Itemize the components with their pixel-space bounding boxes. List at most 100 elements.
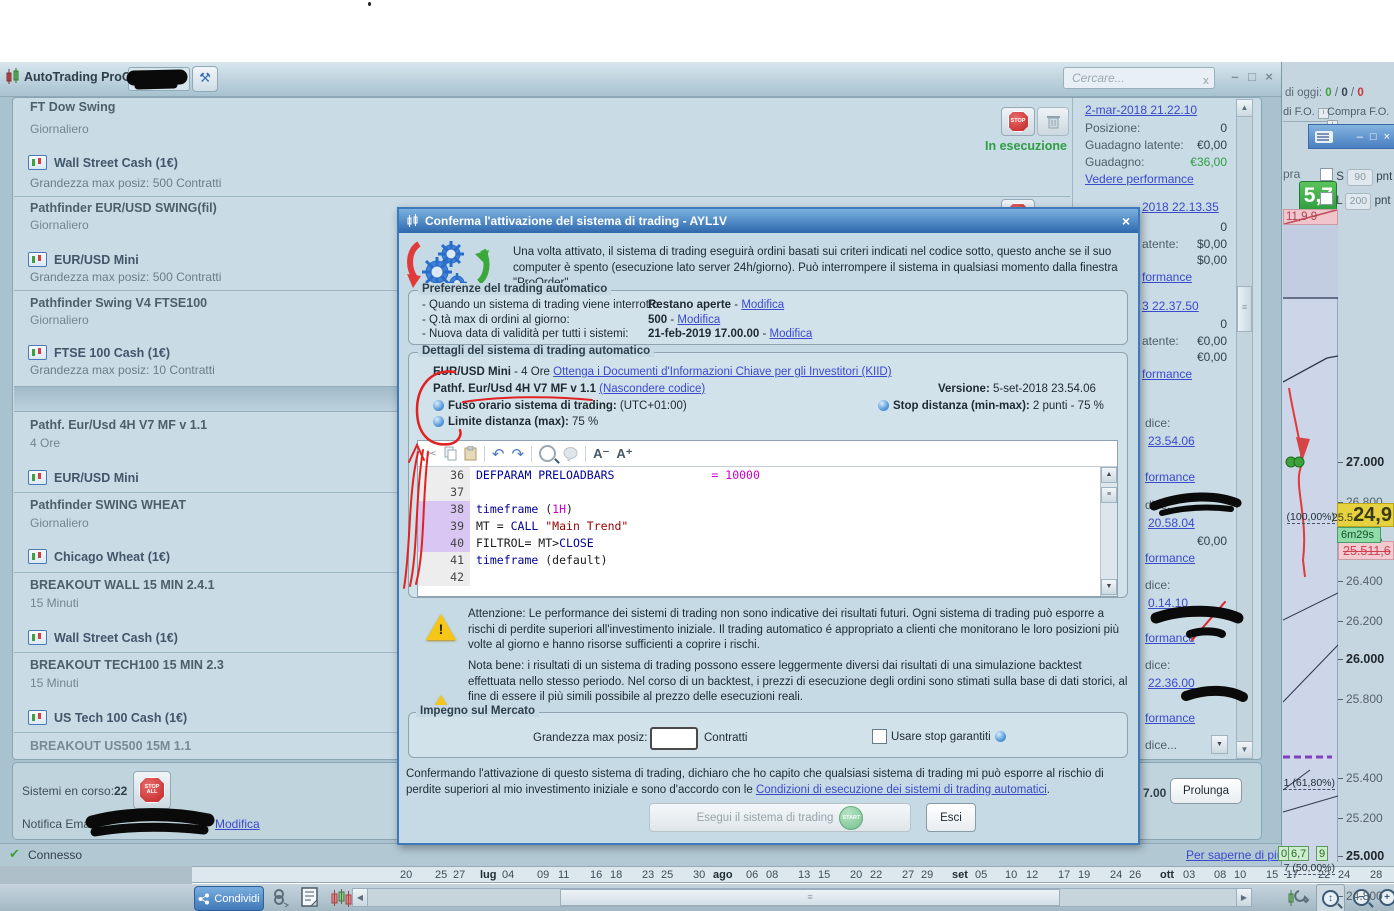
market-row[interactable]: FTSE 100 Cash (1€) (28, 345, 170, 360)
performance-link[interactable]: formance (1145, 631, 1195, 645)
max-position-input[interactable] (650, 727, 698, 750)
search-clear-icon[interactable]: x (1203, 71, 1209, 91)
code-scroll-grip[interactable]: ≡ (1101, 487, 1117, 503)
modify-link[interactable]: Modifica (677, 314, 720, 326)
email-modify-link[interactable]: Modifica (215, 817, 260, 831)
system-name[interactable]: Pathf. Eur/Usd 4H V7 MF v 1.1 (30, 418, 207, 432)
notes-tool-icon[interactable] (300, 887, 320, 908)
paste-icon[interactable] (464, 446, 477, 461)
limit-points-field[interactable]: 200 (1345, 193, 1372, 210)
market-row[interactable]: EUR/USD Mini (28, 252, 139, 267)
system-name[interactable]: Pathfinder EUR/USD SWING(fil) (30, 201, 217, 215)
minimize-button[interactable]: – (1228, 70, 1242, 84)
code-scrollbar[interactable]: ▲ ≡ ▼ (1100, 467, 1117, 596)
copy-icon[interactable] (444, 446, 457, 461)
market-row[interactable]: EUR/USD Mini (28, 470, 139, 485)
run-system-button[interactable]: Esegui il sistema di trading START (649, 803, 911, 832)
system-name[interactable]: Pathfinder Swing V4 FTSE100 (30, 296, 207, 310)
font-larger-icon[interactable]: A⁺ (616, 446, 632, 462)
market-row[interactable]: Wall Street Cash (1€) (28, 630, 178, 645)
scrollbar-thumb[interactable]: ≡ (1237, 286, 1252, 332)
system-name[interactable]: BREAKOUT TECH100 15 MIN 2.3 (30, 658, 224, 672)
exit-button[interactable]: Esci (926, 803, 976, 832)
dialog-titlebar[interactable]: Conferma l'attivazione del sistema di tr… (399, 209, 1138, 233)
delete-system-button[interactable] (1037, 107, 1069, 136)
gain-label: Guadagno: (1085, 155, 1145, 169)
scroll-up-button[interactable]: ▲ (1236, 99, 1253, 117)
market-row[interactable]: US Tech 100 Cash (1€) (28, 710, 187, 725)
run-date-link[interactable]: 20.58.04 (1148, 516, 1195, 530)
kiid-link[interactable]: Ottenga i Documenti d'Informazioni Chiav… (553, 366, 891, 378)
maximize-button[interactable]: □ (1245, 70, 1259, 84)
modify-link[interactable]: Modifica (741, 299, 784, 311)
help-balloon-icon[interactable] (878, 400, 889, 411)
run-date-link[interactable]: 23.54.06 (1148, 434, 1195, 448)
stop-checkbox[interactable] (1320, 168, 1333, 181)
account-name-field[interactable] (128, 67, 190, 91)
stop-points-field[interactable]: 90 (1347, 169, 1374, 186)
mini-maximize-button[interactable]: □ (1370, 131, 1377, 143)
run-date-link[interactable]: 0.14.10 (1148, 596, 1188, 610)
run-date-link[interactable]: 3 22.37.50 (1142, 299, 1199, 313)
hscroll-left-button[interactable]: ◀ (352, 888, 368, 907)
link-tool-icon[interactable] (272, 888, 292, 908)
undo-icon[interactable]: ↶ (492, 445, 505, 463)
hscroll-right-button[interactable]: ▶ (1236, 888, 1252, 907)
chart-settings-icon[interactable] (1286, 886, 1310, 910)
run-date-link[interactable]: 22.36.00 (1148, 676, 1195, 690)
run-date-link[interactable]: 2-mar-2018 21.22.10 (1085, 103, 1197, 117)
zoom-select-button[interactable]: ↕ (1316, 884, 1345, 911)
help-balloon-icon[interactable] (433, 400, 444, 411)
search-input[interactable]: Cercare... x (1063, 67, 1215, 89)
help-balloon-icon[interactable] (995, 731, 1006, 742)
performance-link[interactable]: formance (1145, 551, 1195, 565)
candles-tool-icon[interactable] (330, 888, 352, 908)
mini-close-button[interactable]: × (1384, 131, 1390, 143)
running-systems-label: Sistemi en corso: (22, 784, 115, 798)
keyboard-icon[interactable] (1315, 130, 1333, 143)
conditions-link[interactable]: Condizioni di esecuzione dei sistemi di … (756, 784, 1047, 796)
system-name[interactable]: BREAKOUT US500 15M 1.1 (30, 739, 191, 753)
comment-icon[interactable] (563, 446, 578, 461)
code-editor[interactable]: ✂ ↶ ↷ A⁻ A⁺ 36 DEFPARAM PRELOADBARS = 100… (417, 440, 1118, 597)
code-scroll-up[interactable]: ▲ (1101, 467, 1117, 483)
scroll-down-button[interactable]: ▼ (1236, 741, 1253, 759)
performance-link[interactable]: Vedere performance (1085, 172, 1194, 186)
pref-row-label: - Nuova data di validità per tutti i sis… (422, 328, 629, 340)
hscrollbar-thumb[interactable]: ≡ (560, 889, 1060, 906)
run-date-link[interactable]: 2018 22.13.35 (1142, 200, 1219, 214)
status-scroll-down-button[interactable]: ▼ (1211, 735, 1228, 754)
system-size: Grandezza max posiz: 500 Contratti (30, 270, 222, 284)
limit-checkbox[interactable] (1320, 192, 1333, 205)
hide-code-link[interactable]: (Nascondere codice) (599, 383, 705, 395)
list-scrollbar-track[interactable] (1236, 99, 1253, 759)
search-code-icon[interactable] (539, 445, 557, 462)
font-smaller-icon[interactable]: A⁻ (593, 446, 609, 462)
cut-icon[interactable]: ✂ (426, 446, 437, 462)
system-name[interactable]: FT Dow Swing (30, 100, 115, 114)
close-button[interactable]: × (1262, 70, 1276, 84)
code-scroll-down[interactable]: ▼ (1101, 579, 1117, 595)
settings-wrench-button[interactable]: ⚒ (192, 66, 218, 92)
market-row[interactable]: Chicago Wheat (1€) (28, 549, 170, 564)
mini-minimize-button[interactable]: – (1357, 131, 1363, 143)
guaranteed-stop-checkbox[interactable] (872, 729, 887, 744)
redo-icon[interactable]: ↷ (511, 445, 524, 463)
system-name[interactable]: BREAKOUT WALL 15 MIN 2.4.1 (30, 578, 215, 592)
performance-link[interactable]: formance (1145, 711, 1195, 725)
performance-link[interactable]: formance (1142, 367, 1192, 381)
stop-all-button[interactable]: STOP ALL (133, 771, 171, 809)
modify-link[interactable]: Modifica (769, 328, 812, 340)
top-white-strip (0, 0, 1394, 62)
code-lines[interactable]: 36 DEFPARAM PRELOADBARS = 10000 37 38 timefr… (418, 467, 1101, 596)
performance-link[interactable]: formance (1145, 470, 1195, 484)
stop-system-button[interactable]: STOP (1001, 107, 1035, 136)
share-button[interactable]: Condividi (194, 886, 264, 911)
help-balloon-icon[interactable] (433, 416, 444, 427)
prolunga-button[interactable]: Prolunga (1170, 778, 1242, 804)
dialog-close-icon[interactable]: × (1122, 213, 1130, 229)
performance-link[interactable]: formance (1142, 270, 1192, 284)
learn-more-link[interactable]: Per saperne di più (1186, 848, 1283, 862)
system-name[interactable]: Pathfinder SWING WHEAT (30, 498, 186, 512)
market-row[interactable]: Wall Street Cash (1€) (28, 155, 178, 170)
